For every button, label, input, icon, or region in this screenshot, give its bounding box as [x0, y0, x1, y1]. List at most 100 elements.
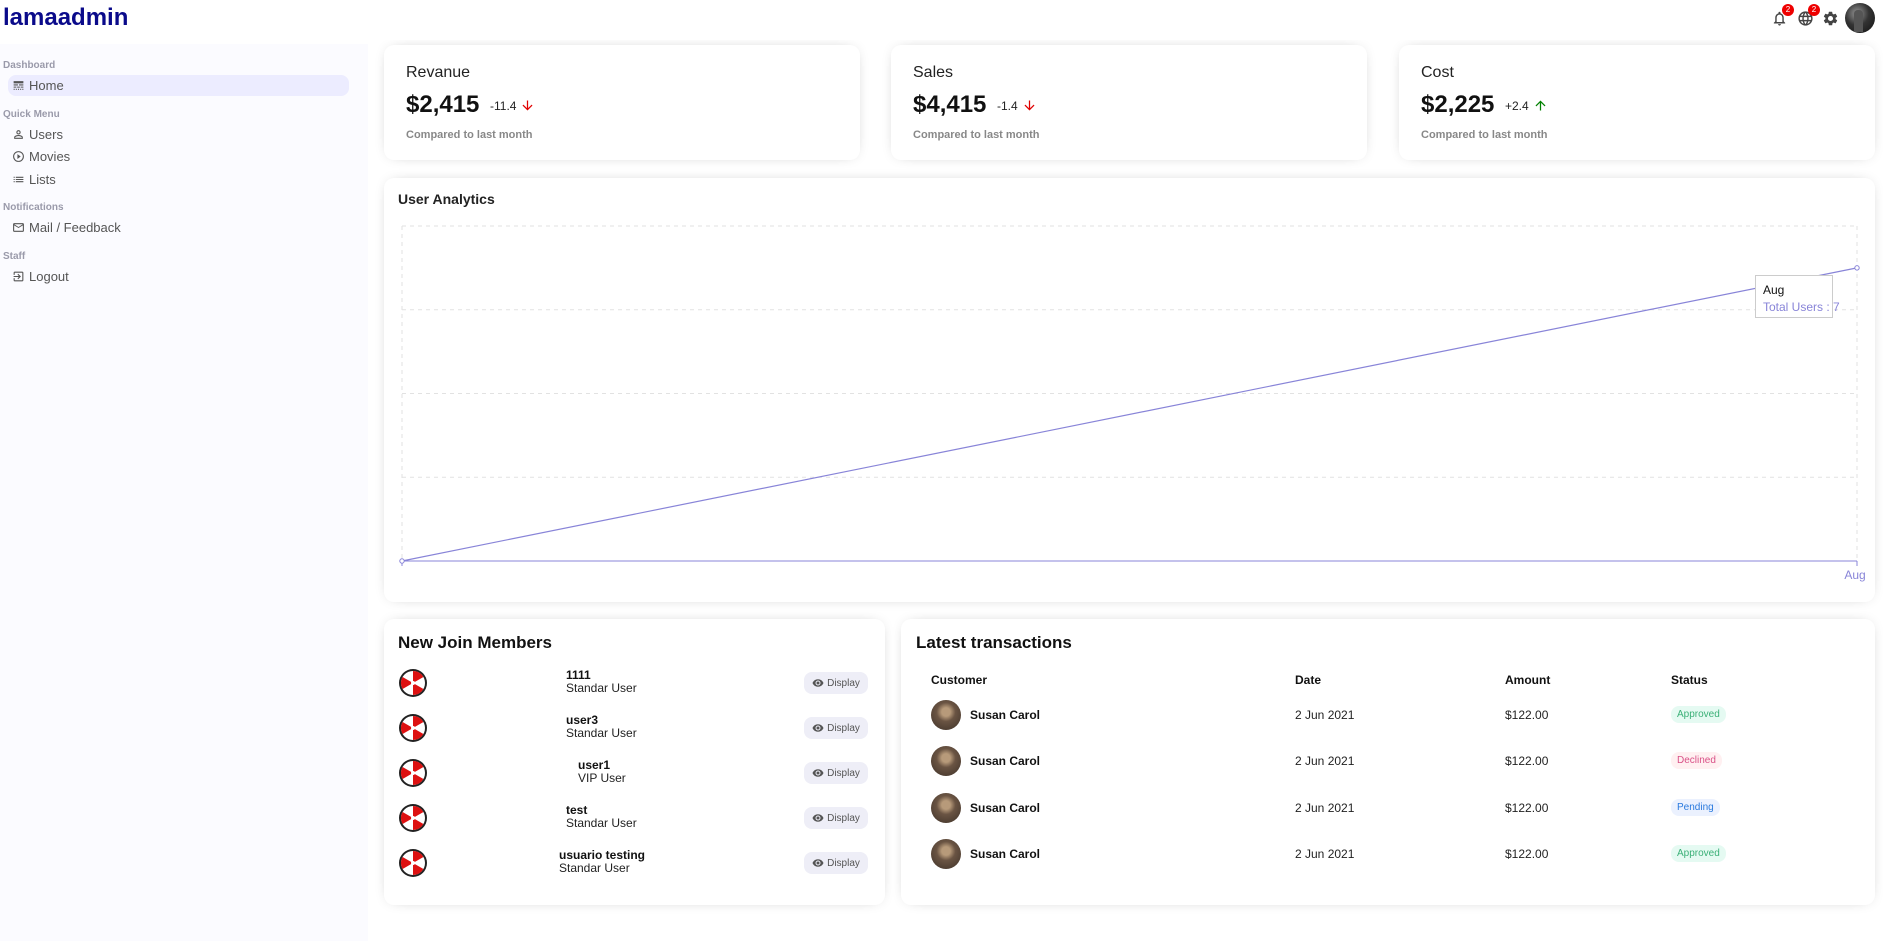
data-point: [399, 558, 405, 564]
transaction-amount: $122.00: [1505, 754, 1549, 768]
display-button-label: Display: [827, 812, 860, 824]
sidebar-section-title: Dashboard: [3, 60, 56, 71]
featured-rate-value: -11.4: [490, 98, 517, 113]
featured-money: $4,415: [913, 91, 987, 118]
transaction-amount: $122.00: [1505, 708, 1549, 722]
chart-tooltip: Aug Total Users : 7: [1755, 275, 1840, 318]
customer-avatar: [931, 839, 961, 869]
transaction-date: 2 Jun 2021: [1295, 847, 1355, 861]
transaction-date: 2 Jun 2021: [1295, 754, 1355, 768]
table-row: Susan Carol 2 Jun 2021 $122.00 Approved: [931, 837, 1801, 871]
line-chart: Aug: [399, 225, 1866, 582]
sidebar-item-lists[interactable]: Lists: [8, 169, 349, 190]
transaction-amount: $122.00: [1505, 847, 1549, 861]
member-row: test Standar User Display: [398, 801, 868, 835]
status-badge[interactable]: Declined: [1671, 752, 1722, 769]
notifications-button[interactable]: 2: [1769, 4, 1794, 28]
arrow-down-icon: [522, 100, 533, 111]
customer-name: Susan Carol: [970, 801, 1041, 815]
umbrella-logo-icon: [399, 804, 427, 832]
display-button-label: Display: [827, 857, 860, 869]
status-badge[interactable]: Pending: [1671, 799, 1720, 816]
latest-transactions-widget: Latest transactions Customer Date Amount…: [901, 619, 1875, 905]
display-button[interactable]: Display: [804, 852, 868, 874]
member-role: Standar User: [566, 816, 637, 830]
member-name: user3: [566, 713, 599, 727]
play-circle-icon: [13, 151, 24, 162]
sidebar-item-logout[interactable]: Logout: [8, 266, 349, 287]
member-role: Standar User: [566, 726, 637, 740]
customer-name: Susan Carol: [970, 708, 1041, 722]
app-logo[interactable]: lamaadmin: [3, 4, 128, 32]
member-role: Standar User: [566, 681, 637, 695]
umbrella-logo-icon: [399, 669, 427, 697]
language-badge: 2: [1808, 4, 1820, 16]
customer-name: Susan Carol: [970, 754, 1041, 768]
eye-icon: [812, 859, 824, 867]
eye-icon: [812, 724, 824, 732]
featured-subtitle: Compared to last month: [406, 129, 533, 141]
x-tick-label: Aug: [1844, 568, 1865, 582]
sidebar-item-mail-feedback[interactable]: Mail / Feedback: [8, 217, 349, 238]
new-join-members-widget: New Join Members 1111 Standar User Displ…: [384, 619, 885, 905]
gear-icon: [1823, 11, 1837, 25]
table-header-status: Status: [1671, 673, 1708, 687]
member-name: user1: [578, 758, 611, 772]
member-name: test: [566, 803, 588, 817]
umbrella-logo-icon: [399, 759, 427, 787]
sidebar-item-users[interactable]: Users: [8, 124, 349, 145]
widget-title: Latest transactions: [916, 633, 1072, 652]
mail-icon: [13, 223, 24, 232]
status-badge[interactable]: Approved: [1671, 706, 1726, 723]
featured-rate: -11.4: [490, 98, 535, 113]
customer-avatar: [931, 793, 961, 823]
notification-badge: 2: [1782, 4, 1794, 16]
member-name: usuario testing: [559, 848, 646, 862]
featured-rate-value: -1.4: [997, 98, 1018, 113]
sidebar-section-title: Notifications: [3, 202, 64, 213]
featured-card-cost: Cost $2,225 +2.4 Compared to last month: [1399, 45, 1875, 160]
status-badge[interactable]: Approved: [1671, 845, 1726, 862]
display-button[interactable]: Display: [804, 762, 868, 784]
featured-money: $2,415: [406, 91, 480, 118]
sidebar-section-title: Staff: [3, 251, 26, 262]
logout-icon: [13, 271, 24, 282]
featured-rate: -1.4: [997, 98, 1037, 113]
user-avatar[interactable]: [1845, 3, 1875, 33]
table-header-amount: Amount: [1505, 673, 1551, 687]
member-row: user3 Standar User Display: [398, 711, 868, 745]
table-header-customer: Customer: [931, 673, 988, 687]
featured-title: Sales: [913, 64, 954, 81]
featured-title: Revanue: [406, 64, 471, 81]
settings-button[interactable]: [1820, 8, 1840, 28]
topbar: lamaadmin 2 2: [0, 0, 1883, 40]
umbrella-logo-icon: [399, 849, 427, 877]
featured-card-sales: Sales $4,415 -1.4 Compared to last month: [891, 45, 1367, 160]
featured-subtitle: Compared to last month: [1421, 129, 1548, 141]
featured-subtitle: Compared to last month: [913, 129, 1040, 141]
sidebar-item-label: Home: [29, 78, 64, 93]
language-button[interactable]: 2: [1795, 4, 1820, 28]
display-button-label: Display: [827, 722, 860, 734]
sidebar-item-home[interactable]: Home: [8, 75, 349, 96]
featured-money: $2,225: [1421, 91, 1495, 118]
featured-rate: +2.4: [1505, 98, 1548, 113]
sidebar-section-title: Quick Menu: [3, 109, 60, 120]
display-button[interactable]: Display: [804, 717, 868, 739]
eye-icon: [812, 769, 824, 777]
arrow-down-icon: [1024, 100, 1035, 111]
display-button[interactable]: Display: [804, 672, 868, 694]
sidebar-item-movies[interactable]: Movies: [8, 146, 349, 167]
series-line: [401, 267, 1858, 562]
display-button[interactable]: Display: [804, 807, 868, 829]
list-icon: [13, 176, 24, 183]
member-row: usuario testing Standar User Display: [398, 846, 868, 880]
sidebar-item-label: Mail / Feedback: [29, 220, 121, 235]
tooltip-value: Total Users : 7: [1763, 300, 1840, 314]
member-name: 1111: [566, 668, 591, 682]
user-analytics-chart: User Analytics Aug Aug Total Users : 7: [384, 178, 1875, 602]
member-role: Standar User: [559, 861, 630, 875]
tooltip-label: Aug: [1763, 283, 1785, 297]
member-row: 1111 Standar User Display: [398, 666, 868, 700]
transaction-amount: $122.00: [1505, 801, 1549, 815]
